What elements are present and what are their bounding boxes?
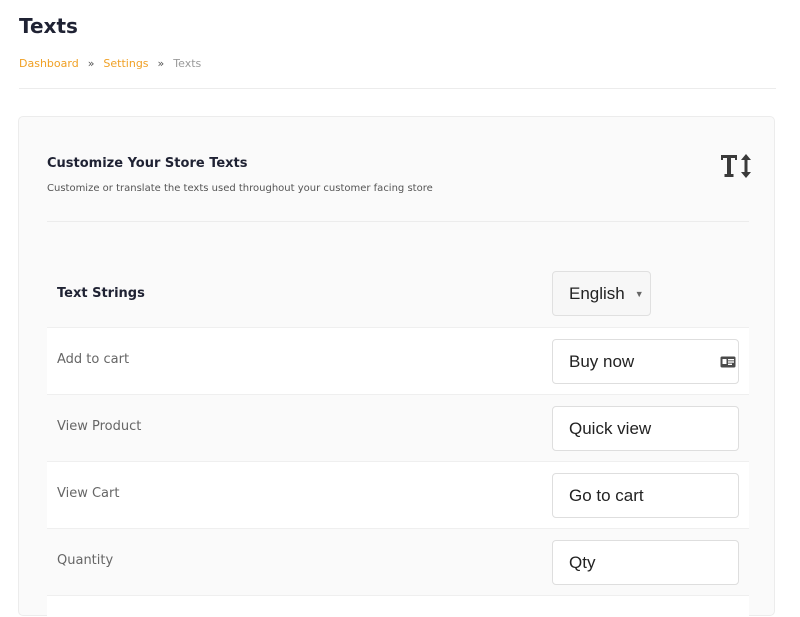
breadcrumb-dashboard[interactable]: Dashboard [19,57,79,70]
add-to-cart-input[interactable] [552,339,739,384]
breadcrumb-current: Texts [173,57,202,70]
language-select-value: English [569,283,625,303]
view-product-input[interactable] [552,406,739,451]
breadcrumb-separator: » [87,57,95,70]
text-size-icon [721,154,751,178]
breadcrumb: Dashboard » Settings » Texts [19,57,201,70]
card-title: Customize Your Store Texts [47,156,248,171]
text-string-label: Add to cart [57,352,130,367]
text-strings-header: Text Strings [57,286,145,301]
contact-card-icon[interactable] [720,356,736,368]
breadcrumb-settings[interactable]: Settings [103,57,148,70]
text-string-label: View Cart [57,486,120,501]
view-cart-input[interactable] [552,473,739,518]
caret-down-icon: ▼ [634,288,644,299]
breadcrumb-separator: » [157,57,165,70]
texts-card: Customize Your Store Texts Customize or … [18,116,775,617]
card-subtitle: Customize or translate the texts used th… [47,183,433,194]
language-select[interactable]: English ▼ [552,271,651,316]
page-title: Texts [19,14,78,38]
text-string-row [47,595,749,617]
text-string-label: Quantity [57,553,114,568]
quantity-input[interactable] [552,540,739,585]
text-string-row: View Cart [47,461,749,528]
card-divider [47,221,749,222]
header-divider [19,88,776,89]
text-string-row: View Product [47,394,749,461]
text-string-label: View Product [57,419,142,434]
text-string-row: Add to cart [47,327,749,394]
text-string-row: Quantity [47,528,749,595]
